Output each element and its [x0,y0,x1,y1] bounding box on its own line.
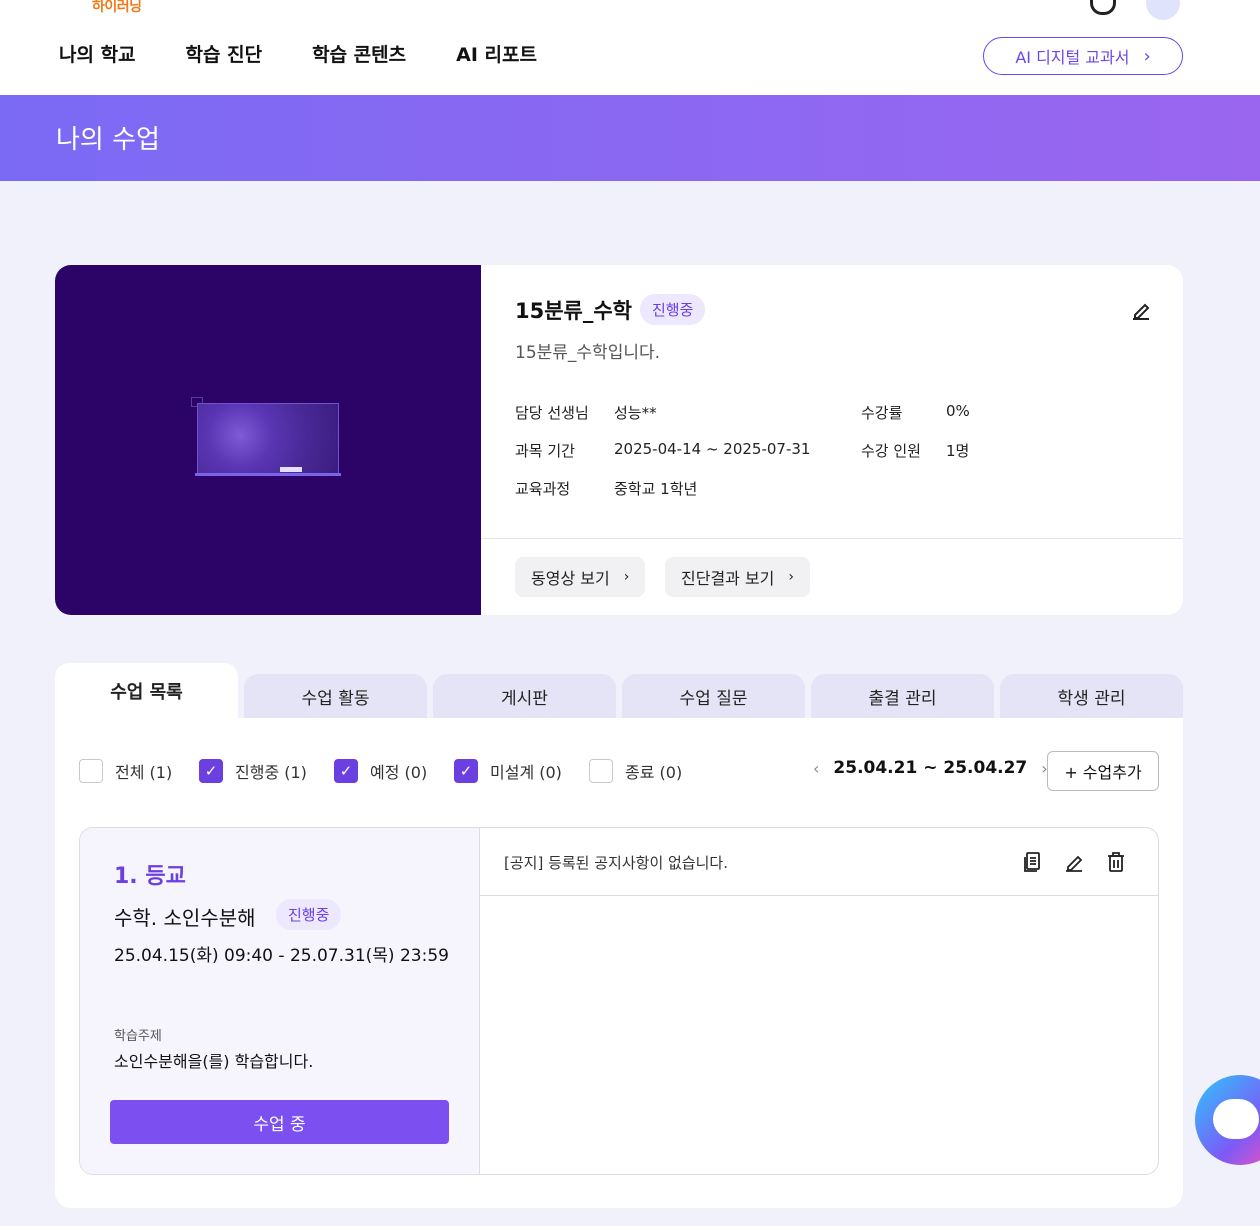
tab-lesson-list[interactable]: 수업 목록 [55,663,238,718]
lesson-card: 1. 등교 수학. 소인수분해 진행중 25.04.15(화) 09:40 - … [79,827,1159,1175]
notice-bar: [공지] 등록된 공지사항이 없습니다. [480,828,1158,896]
course-card: 15분류_수학 진행중 15분류_수학입니다. 담당 선생님 성능** 과목 기… [55,265,1183,615]
lesson-list-panel: 전체 (1) ✓ 진행중 (1) ✓ 예정 (0) ✓ 미설계 (0) 종료 (… [55,718,1183,1208]
nav-ai-report[interactable]: AI 리포트 [456,40,537,67]
copy-icon[interactable] [1020,850,1044,874]
eraser-illustration [280,467,302,472]
board-ledge [195,473,341,476]
period-value: 2025-04-14 ~ 2025-07-31 [614,440,811,458]
checkbox[interactable] [589,759,613,783]
nav-content[interactable]: 학습 콘텐츠 [312,40,406,67]
view-video-button[interactable]: 동영상 보기 › [515,557,646,597]
tab-bar: 수업 목록 수업 활동 게시판 수업 질문 출결 관리 학생 관리 [55,663,1183,718]
curriculum-value: 중학교 1학년 [614,480,698,498]
chevron-right-icon: › [623,569,630,585]
cat-face-icon [1213,1099,1259,1139]
tab-attendance[interactable]: 출결 관리 [811,674,994,718]
pencil-icon[interactable] [1062,850,1086,874]
lesson-number: 1. 등교 [114,864,186,889]
top-utility-icons [1090,0,1180,20]
tab-questions[interactable]: 수업 질문 [622,674,805,718]
in-lesson-button[interactable]: 수업 중 [110,1100,449,1144]
topic-value: 소인수분해을(를) 학습합니다. [114,1052,314,1071]
period-label: 과목 기간 [515,442,575,460]
filter-in-progress[interactable]: ✓ 진행중 (1) [199,759,307,783]
filter-scheduled[interactable]: ✓ 예정 (0) [334,759,427,783]
check-icon[interactable]: ✓ [199,759,223,783]
completion-label: 수강률 [861,404,903,422]
filter-ended-label: 종료 (0) [625,763,683,782]
notice-actions [1020,850,1128,874]
week-range: 25.04.21 ~ 25.04.27 [833,758,1028,778]
chevron-right-icon: › [788,569,795,585]
ai-textbook-label: AI 디지털 교과서 [1015,48,1130,67]
filter-in-progress-label: 진행중 (1) [235,763,307,782]
teacher-label: 담당 선생님 [515,404,589,422]
teacher-value: 성능** [614,404,657,422]
course-description: 15분류_수학입니다. [515,343,661,363]
nav-my-school[interactable]: 나의 학교 [59,40,136,67]
top-header: 하이러닝 나의 학교 학습 진단 학습 콘텐츠 AI 리포트 AI 디지털 교과… [0,0,1260,95]
trash-icon[interactable] [1104,850,1128,874]
bell-icon[interactable] [1090,0,1116,15]
lesson-title: 수학. 소인수분해 [114,906,256,930]
course-title: 15분류_수학 [515,299,633,323]
curriculum-label: 교육과정 [515,480,571,498]
tab-lesson-activity[interactable]: 수업 활동 [244,674,427,718]
status-badge: 진행중 [276,899,342,930]
filter-all-label: 전체 (1) [115,763,173,782]
completion-value: 0% [946,402,970,420]
logo[interactable]: 하이러닝 [92,0,142,16]
tab-students[interactable]: 학생 관리 [1000,674,1183,718]
page-title: 나의 수업 [56,125,160,155]
ai-textbook-button[interactable]: AI 디지털 교과서 › [983,37,1183,75]
chatbot-icon[interactable] [1195,1075,1260,1165]
check-icon[interactable]: ✓ [334,759,358,783]
view-diagnosis-button[interactable]: 진단결과 보기 › [665,557,811,597]
avatar[interactable] [1146,0,1180,20]
course-thumbnail [55,265,481,615]
students-label: 수강 인원 [861,442,921,460]
lesson-notice: [공지] 등록된 공지사항이 없습니다. [480,828,1158,1174]
filter-undesigned[interactable]: ✓ 미설계 (0) [454,759,562,783]
blackboard-illustration [197,403,339,475]
page-banner: 나의 수업 [0,95,1260,181]
chevron-right-icon: › [1143,45,1151,67]
view-video-label: 동영상 보기 [531,569,610,588]
status-badge: 진행중 [640,294,706,325]
topic-label: 학습주제 [114,1029,162,1044]
add-lesson-button[interactable]: + 수업추가 [1047,751,1159,791]
week-navigator: ‹ 25.04.21 ~ 25.04.27 › [813,758,1048,778]
course-info: 15분류_수학 진행중 15분류_수학입니다. 담당 선생님 성능** 과목 기… [481,265,1183,539]
lesson-time: 25.04.15(화) 09:40 - 25.07.31(목) 23:59 [114,946,449,966]
pencil-icon[interactable] [1129,299,1153,323]
checkbox[interactable] [79,759,103,783]
chevron-left-icon[interactable]: ‹ [813,759,819,778]
check-icon[interactable]: ✓ [454,759,478,783]
nav-diagnosis[interactable]: 학습 진단 [186,40,263,67]
students-value: 1명 [946,442,970,460]
filter-ended[interactable]: 종료 (0) [589,759,682,783]
notice-text: [공지] 등록된 공지사항이 없습니다. [504,854,728,872]
view-diagnosis-label: 진단결과 보기 [681,569,775,588]
tab-board[interactable]: 게시판 [433,674,616,718]
lesson-summary: 1. 등교 수학. 소인수분해 진행중 25.04.15(화) 09:40 - … [80,828,480,1174]
filter-all[interactable]: 전체 (1) [79,759,172,783]
filter-scheduled-label: 예정 (0) [370,763,428,782]
divider [481,538,1183,539]
filter-undesigned-label: 미설계 (0) [490,763,562,782]
main-nav: 나의 학교 학습 진단 학습 콘텐츠 AI 리포트 [59,40,537,67]
